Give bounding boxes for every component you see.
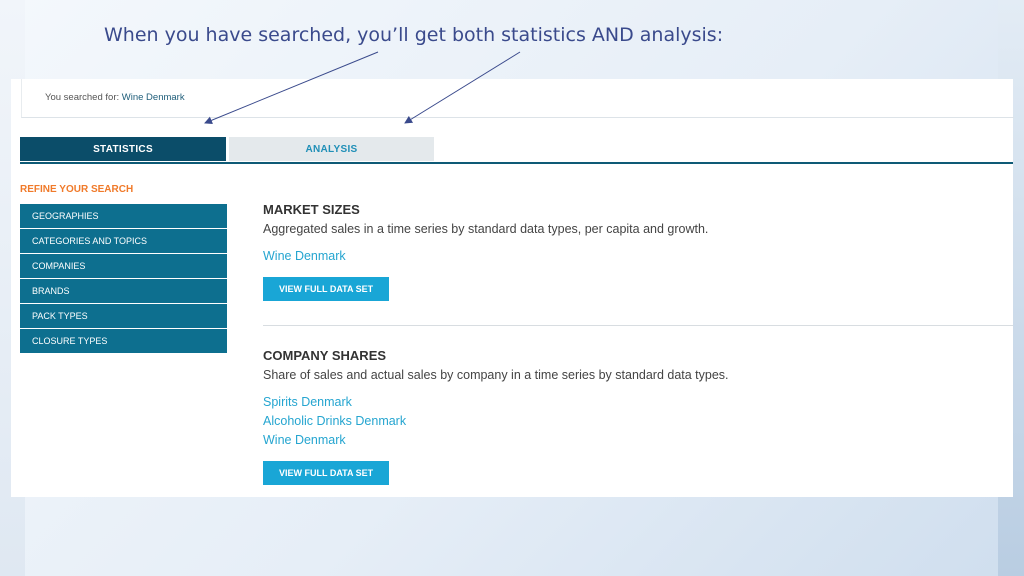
result-link[interactable]: Wine Denmark	[263, 431, 729, 450]
search-results-panel: You searched for: Wine Denmark STATISTIC…	[11, 79, 1014, 497]
result-tabs: STATISTICS ANALYSIS	[20, 137, 1013, 164]
section-title: COMPANY SHARES	[263, 348, 387, 363]
section-market-sizes: MARKET SIZES Aggregated sales in a time …	[263, 202, 708, 301]
search-summary: You searched for: Wine Denmark	[45, 92, 185, 103]
search-summary-bar: You searched for: Wine Denmark	[21, 79, 1014, 118]
section-description: Share of sales and actual sales by compa…	[263, 368, 729, 382]
section-title: MARKET SIZES	[263, 202, 360, 217]
sidebar-item-closure-types[interactable]: CLOSURE TYPES	[20, 329, 227, 353]
view-full-data-set-button[interactable]: VIEW FULL DATA SET	[263, 277, 390, 301]
refine-search-heading: REFINE YOUR SEARCH	[20, 184, 134, 195]
view-full-data-set-button[interactable]: VIEW FULL DATA SET	[263, 461, 390, 485]
search-label: You searched for:	[45, 92, 120, 103]
tab-statistics[interactable]: STATISTICS	[20, 137, 226, 161]
sidebar-item-brands[interactable]: BRANDS	[20, 279, 227, 303]
tab-analysis[interactable]: ANALYSIS	[229, 137, 434, 161]
slide-caption: When you have searched, you’ll get both …	[104, 24, 724, 46]
sidebar-item-companies[interactable]: COMPANIES	[20, 254, 227, 278]
sidebar-item-pack-types[interactable]: PACK TYPES	[20, 304, 227, 328]
section-links: Spirits Denmark Alcoholic Drinks Denmark…	[263, 393, 729, 450]
result-link[interactable]: Wine Denmark	[263, 247, 708, 266]
sidebar-item-categories-and-topics[interactable]: CATEGORIES AND TOPICS	[20, 229, 227, 253]
result-link[interactable]: Spirits Denmark	[263, 393, 729, 412]
result-link[interactable]: Alcoholic Drinks Denmark	[263, 412, 729, 431]
section-divider	[263, 325, 1013, 326]
section-description: Aggregated sales in a time series by sta…	[263, 222, 709, 236]
sidebar-item-geographies[interactable]: GEOGRAPHIES	[20, 204, 227, 228]
section-links: Wine Denmark	[263, 247, 708, 266]
section-company-shares: COMPANY SHARES Share of sales and actual…	[263, 348, 729, 485]
search-term: Wine Denmark	[121, 92, 185, 103]
refine-sidebar: GEOGRAPHIES CATEGORIES AND TOPICS COMPAN…	[20, 204, 227, 354]
